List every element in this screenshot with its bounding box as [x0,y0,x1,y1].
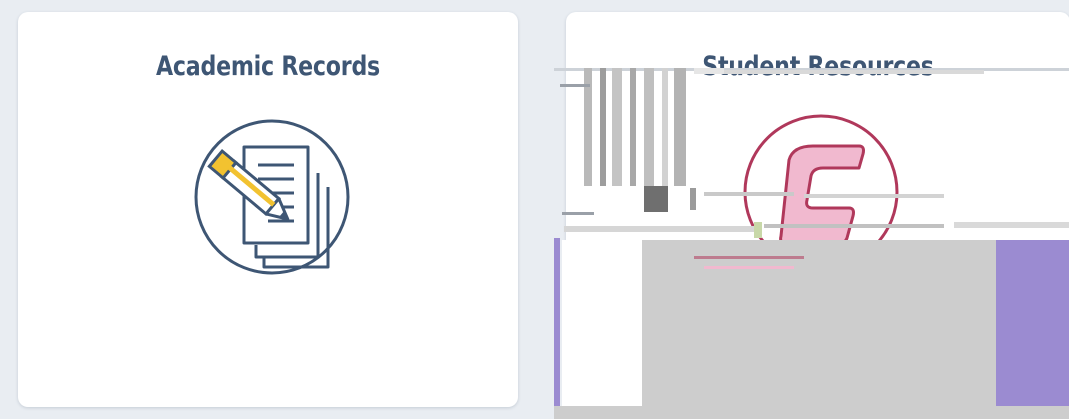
document-edit-icon [194,119,350,275]
student-resources-card[interactable]: Student Resources [566,12,1069,419]
student-resources-title: Student Resources [702,51,934,82]
student-resources-icon [743,114,899,270]
tile-grid: Academic Records Student Resources [0,0,1069,419]
academic-records-card[interactable]: Academic Records [18,12,518,407]
academic-records-title: Academic Records [156,51,380,82]
